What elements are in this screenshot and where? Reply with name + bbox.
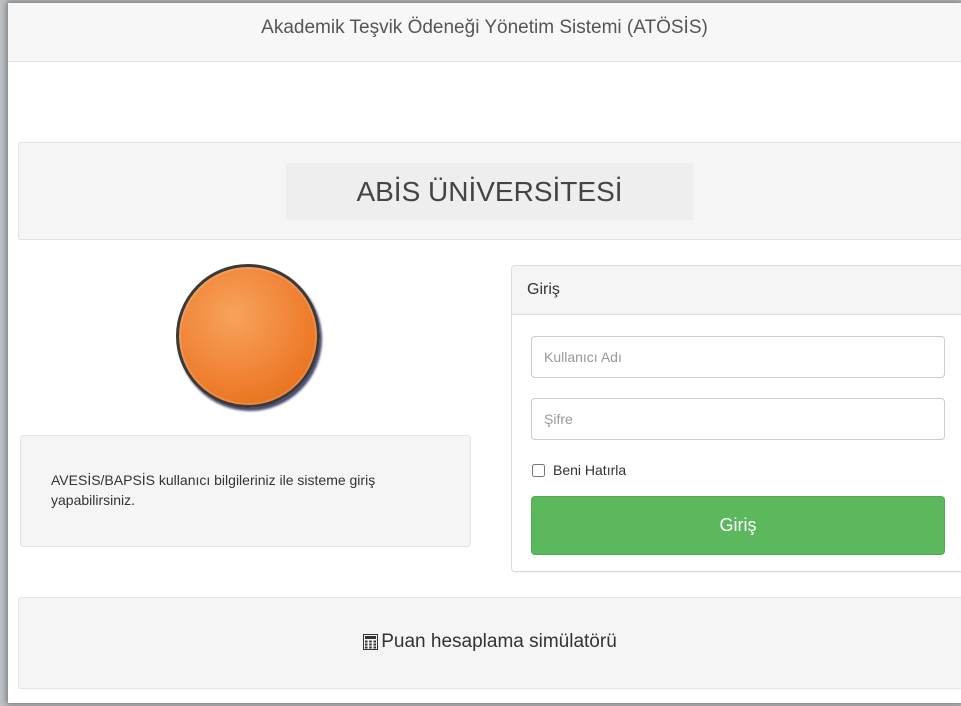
login-info-box: AVESİS/BAPSİS kullanıcı bilgileriniz ile… <box>20 435 471 547</box>
password-input[interactable] <box>531 398 945 440</box>
institution-banner: ABİS ÜNİVERSİTESİ <box>18 142 961 240</box>
login-panel: Giriş Beni Hatırla Giriş <box>511 265 961 572</box>
score-simulator-link[interactable]: Puan hesaplama simülatörü <box>363 598 617 686</box>
login-button[interactable]: Giriş <box>531 496 945 555</box>
calculator-icon <box>363 634 379 650</box>
login-panel-heading: Giriş <box>512 266 961 315</box>
app-title: Akademik Teşvik Ödeneği Yönetim Sistemi … <box>261 17 708 38</box>
login-info-text: AVESİS/BAPSİS kullanıcı bilgileriniz ile… <box>51 472 376 508</box>
remember-me-checkbox[interactable] <box>532 463 545 477</box>
top-navbar: Akademik Teşvik Ödeneği Yönetim Sistemi … <box>8 3 961 62</box>
remember-me-label: Beni Hatırla <box>553 462 627 478</box>
score-simulator-label: Puan hesaplama simülatörü <box>381 631 617 652</box>
simulator-panel: Puan hesaplama simülatörü <box>18 597 961 689</box>
university-logo <box>176 264 320 408</box>
username-input[interactable] <box>531 336 945 378</box>
institution-name: ABİS ÜNİVERSİTESİ <box>286 163 693 220</box>
remember-me[interactable]: Beni Hatırla <box>531 460 626 480</box>
app-window: Akademik Teşvik Ödeneği Yönetim Sistemi … <box>8 3 961 703</box>
